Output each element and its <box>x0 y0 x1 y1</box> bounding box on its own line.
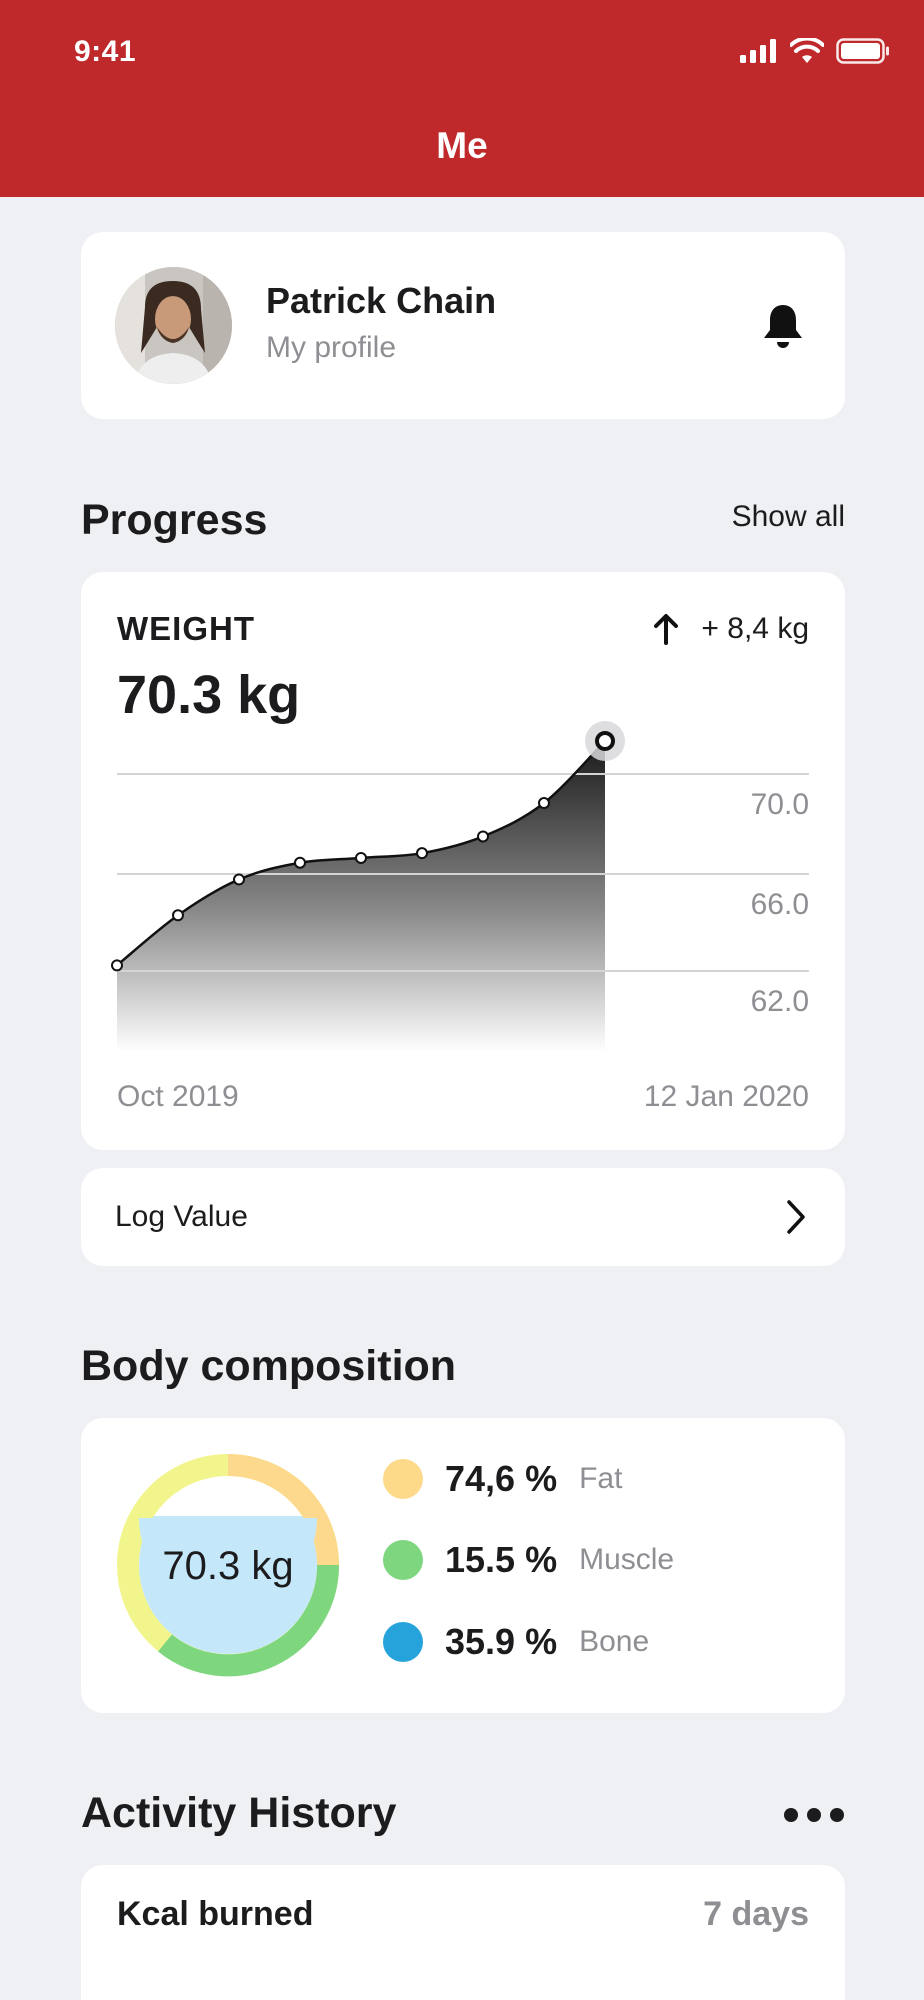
bone-label: Bone <box>579 1625 650 1658</box>
bone-value: 35.9 % <box>445 1621 558 1662</box>
chart-point[interactable] <box>111 959 123 972</box>
bone-dot <box>383 1622 423 1662</box>
body-composition-card[interactable]: 70.3 kg 74,6 % Fat 15.5 % Muscle 35.9 % … <box>81 1418 845 1713</box>
chevron-right-icon <box>787 1200 805 1234</box>
legend-item-muscle: 15.5 % Muscle <box>383 1539 674 1581</box>
y-tick-label: 70.0 <box>751 788 809 821</box>
composition-total: 70.3 kg <box>162 1544 294 1588</box>
weight-card[interactable]: WEIGHT 70.3 kg + 8,4 kg 70.0 66.0 62.0 Oct… <box>81 572 845 1150</box>
avatar-image <box>115 267 232 384</box>
progress-title: Progress <box>81 496 268 544</box>
more-options-icon[interactable] <box>784 1808 844 1822</box>
fat-value: 74,6 % <box>445 1458 558 1499</box>
profile-subtitle[interactable]: My profile <box>266 331 396 365</box>
app-header: 9:41 Me <box>0 0 924 197</box>
fat-dot <box>383 1459 423 1499</box>
legend-item-bone: 35.9 % Bone <box>383 1621 649 1663</box>
body-composition-title: Body composition <box>81 1342 457 1390</box>
activity-range[interactable]: 7 days <box>703 1895 809 1934</box>
muscle-dot <box>383 1540 423 1580</box>
chart-point[interactable] <box>233 873 245 886</box>
y-tick-label: 62.0 <box>751 985 809 1018</box>
log-value-button[interactable]: Log Value <box>81 1168 845 1266</box>
chart-point[interactable] <box>355 851 367 864</box>
muscle-value: 15.5 % <box>445 1539 558 1580</box>
profile-name: Patrick Chain <box>266 280 497 321</box>
chart-current-point[interactable] <box>595 730 615 751</box>
chart-point[interactable] <box>416 847 428 860</box>
legend-item-fat: 74,6 % Fat <box>383 1458 622 1500</box>
battery-icon <box>836 38 889 64</box>
chart-end-date: 12 Jan 2020 <box>643 1080 809 1113</box>
chart-point[interactable] <box>172 909 184 922</box>
chart-area-fill <box>117 740 605 1052</box>
weight-chart: 70.0 66.0 62.0 <box>111 720 809 1052</box>
signal-icon <box>740 39 776 63</box>
show-all-link[interactable]: Show all <box>732 500 845 534</box>
page-title: Me <box>436 125 488 166</box>
muscle-label: Muscle <box>579 1543 675 1576</box>
chart-start-date: Oct 2019 <box>117 1080 239 1113</box>
chart-point[interactable] <box>294 856 306 869</box>
chart-point[interactable] <box>538 797 550 810</box>
wifi-icon <box>790 38 824 63</box>
bell-icon[interactable] <box>761 302 805 350</box>
activity-card[interactable]: Kcal burned 7 days <box>81 1865 845 2000</box>
activity-history-title: Activity History <box>81 1789 397 1837</box>
status-time: 9:41 <box>74 35 137 68</box>
profile-card[interactable]: Patrick Chain My profile <box>81 232 845 419</box>
log-value-label: Log Value <box>115 1200 248 1233</box>
avatar[interactable] <box>115 267 232 384</box>
activity-metric: Kcal burned <box>117 1895 314 1933</box>
fat-label: Fat <box>579 1462 623 1495</box>
y-tick-label: 66.0 <box>751 888 809 921</box>
chart-point[interactable] <box>477 830 489 843</box>
status-icons <box>740 38 890 64</box>
